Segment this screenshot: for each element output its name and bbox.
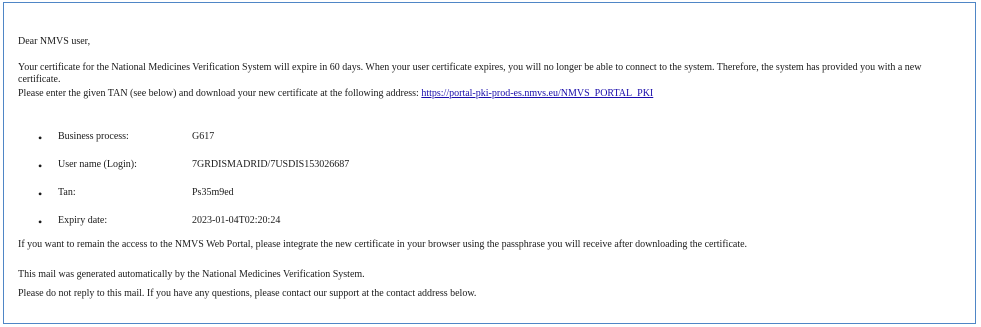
business-process-value: G617	[192, 131, 215, 142]
expiry-date-value: 2023-01-04T02:20:24	[192, 215, 281, 226]
certificate-expiry-paragraph: Your certificate for the National Medici…	[18, 62, 922, 85]
tan-value: Ps35m9ed	[192, 187, 234, 198]
user-name-label: User name (Login):	[58, 159, 137, 170]
do-not-reply-notice: Please do not reply to this mail. If you…	[18, 288, 477, 299]
auto-generated-notice: This mail was generated automatically by…	[18, 269, 365, 280]
greeting: Dear NMVS user,	[18, 36, 91, 47]
bullet-icon: •	[38, 215, 43, 229]
portal-link[interactable]: https://portal-pki-prod-es.nmvs.eu/NMVS_…	[421, 88, 653, 99]
user-name-value: 7GRDISMADRID/7USDIS153026687	[192, 159, 350, 170]
tan-instruction-line: Please enter the given TAN (see below) a…	[18, 88, 653, 100]
portal-access-paragraph: If you want to remain the access to the …	[18, 239, 748, 250]
tan-label: Tan:	[58, 187, 76, 198]
bullet-icon: •	[38, 159, 43, 173]
expiry-date-label: Expiry date:	[58, 215, 108, 226]
bullet-icon: •	[38, 131, 43, 145]
tan-instruction-text: Please enter the given TAN (see below) a…	[18, 88, 419, 99]
email-body-frame: Dear NMVS user, Your certificate for the…	[3, 2, 976, 324]
bullet-icon: •	[38, 187, 43, 201]
business-process-label: Business process:	[58, 131, 129, 142]
